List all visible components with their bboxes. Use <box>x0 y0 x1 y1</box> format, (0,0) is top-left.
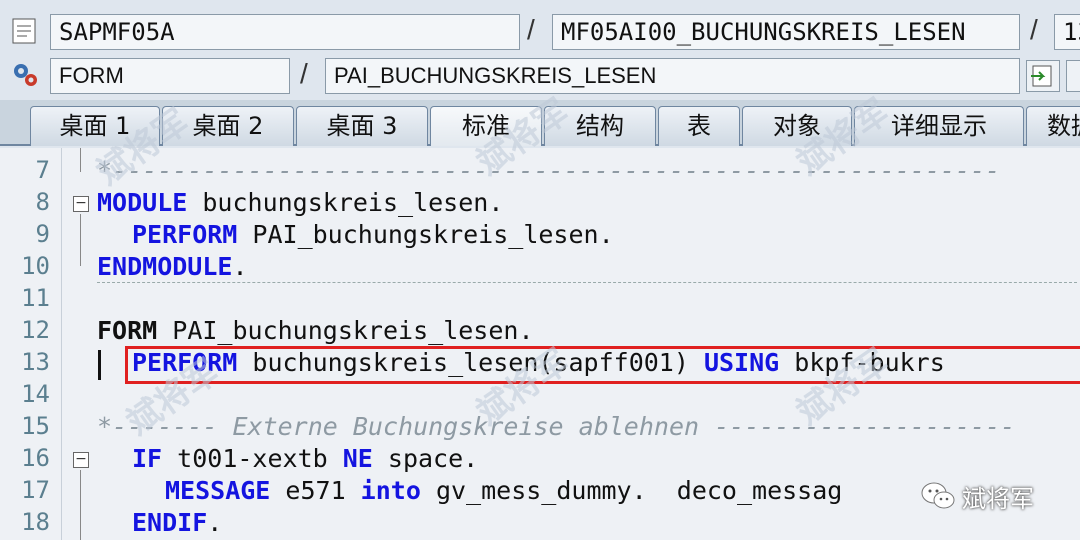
code-text: t001-xextb <box>162 444 343 473</box>
author-badge: 斌将军 <box>920 476 1034 516</box>
code-line-9: PERFORM PAI_buchungskreis_lesen. <box>132 220 614 249</box>
code-text: e571 <box>270 476 361 505</box>
line-number: 14 <box>21 380 50 408</box>
line-field[interactable]: 13 <box>1054 14 1080 50</box>
wechat-icon <box>920 481 956 511</box>
type-field[interactable]: FORM <box>50 58 290 94</box>
code-text: . <box>207 508 223 537</box>
badge-text: 斌将军 <box>962 484 1034 513</box>
tab-desktop-1[interactable]: 桌面 1 <box>30 106 160 146</box>
keyword: ENDIF <box>132 508 208 537</box>
line-number: 12 <box>21 316 50 344</box>
tab-data[interactable]: 数据 <box>1026 106 1080 146</box>
tab-table[interactable]: 表 <box>658 106 740 146</box>
code-text: . <box>232 252 248 281</box>
keyword: IF <box>132 444 163 473</box>
keyword: ENDMODULE <box>97 252 233 281</box>
code-text: gv_mess_dummy. deco_messag <box>420 476 843 505</box>
line-number: 11 <box>21 284 50 312</box>
code-line-10: ENDMODULE. <box>97 252 248 281</box>
fold-line <box>80 214 81 266</box>
keyword: NE <box>342 444 373 473</box>
keyword: PERFORM <box>132 220 238 249</box>
keyword: MODULE <box>97 188 188 217</box>
fold-line <box>80 148 81 172</box>
line-number: 7 <box>35 156 50 184</box>
fold-toggle[interactable]: − <box>73 452 89 468</box>
program-icon <box>10 16 40 46</box>
header-row-object: FORM / PAI_BUCHUNGSKREIS_LESEN <box>0 56 1080 98</box>
code-editor[interactable]: 7 8 9 10 11 12 13 14 15 16 17 18 − − *--… <box>0 148 1080 540</box>
line-number: 15 <box>21 412 50 440</box>
module-separator <box>97 282 1077 283</box>
code-line-8: MODULE buchungskreis_lesen. <box>97 188 503 217</box>
object-field[interactable]: PAI_BUCHUNGSKREIS_LESEN <box>325 58 1020 94</box>
code-text: PAI_buchungskreis_lesen. <box>157 316 534 345</box>
code-line-15: *------- Externe Buchungskreise ablehnen… <box>97 412 1016 441</box>
text-cursor <box>98 350 101 380</box>
tab-strip: 桌面 1 桌面 2 桌面 3 标准 结构 表 对象 详细显示 数据 <box>0 100 1080 146</box>
include-field[interactable]: MF05AI00_BUCHUNGSKREIS_LESEN <box>552 14 1020 50</box>
line-number: 17 <box>21 476 50 504</box>
line-number: 10 <box>21 252 50 280</box>
code-text: buchungskreis_lesen. <box>187 188 504 217</box>
line-number-gutter: 7 8 9 10 11 12 13 14 15 16 17 18 <box>0 148 62 540</box>
gears-icon <box>10 60 40 90</box>
program-field[interactable]: SAPMF05A <box>50 14 520 50</box>
separator-2: / <box>1030 14 1038 45</box>
navigate-button[interactable] <box>1026 60 1060 92</box>
keyword: FORM <box>97 316 158 345</box>
tab-object[interactable]: 对象 <box>742 106 852 146</box>
tab-detail-display[interactable]: 详细显示 <box>854 106 1024 146</box>
header-row-program: SAPMF05A / MF05AI00_BUCHUNGSKREIS_LESEN … <box>0 12 1080 54</box>
tab-desktop-2[interactable]: 桌面 2 <box>162 106 294 146</box>
code-text: PAI_buchungskreis_lesen. <box>237 220 614 249</box>
code-line-17: MESSAGE e571 into gv_mess_dummy. deco_me… <box>165 476 842 505</box>
tab-structure[interactable]: 结构 <box>544 106 656 146</box>
highlight-box <box>125 346 1080 384</box>
code-line-7: *---------------------------------------… <box>97 156 1001 185</box>
code-text: space. <box>372 444 479 473</box>
separator-1: / <box>527 14 535 45</box>
code-line-18: ENDIF. <box>132 508 222 537</box>
tab-desktop-3[interactable]: 桌面 3 <box>296 106 428 146</box>
code-line-12: FORM PAI_buchungskreis_lesen. <box>97 316 534 345</box>
tab-standard[interactable]: 标准 <box>430 106 542 146</box>
separator-3: / <box>300 58 308 89</box>
line-number: 16 <box>21 444 50 472</box>
line-number: 18 <box>21 508 50 536</box>
code-line-16: IF t001-xextb NE space. <box>132 444 478 473</box>
fold-line <box>80 470 81 540</box>
line-number: 9 <box>35 220 50 248</box>
toggle-button[interactable] <box>1066 60 1080 92</box>
fold-toggle[interactable]: − <box>73 196 89 212</box>
line-number: 13 <box>21 348 50 376</box>
keyword: MESSAGE <box>165 476 271 505</box>
line-number: 8 <box>35 188 50 216</box>
keyword: into <box>360 476 421 505</box>
